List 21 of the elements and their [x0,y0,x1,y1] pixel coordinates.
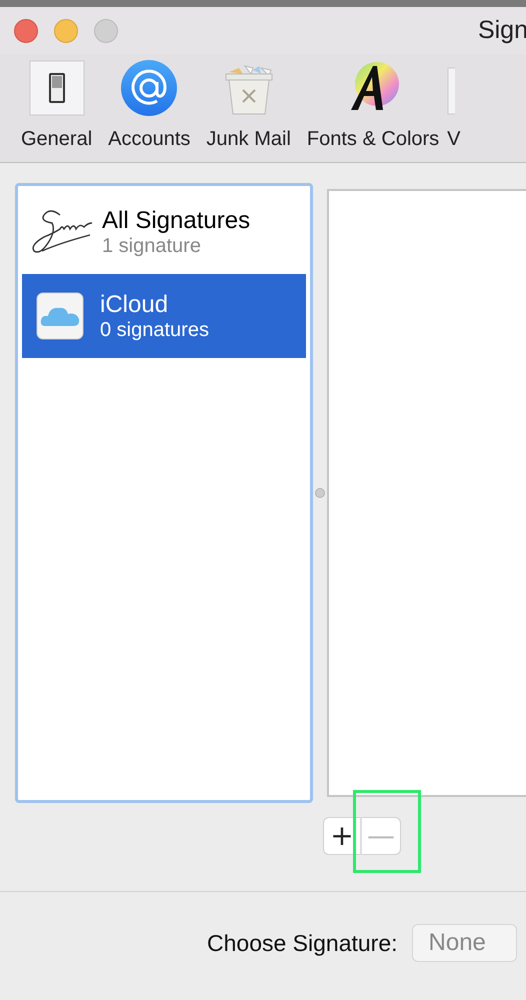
account-name: iCloud [100,290,170,318]
toolbar-tab[interactable]: Junk Mail [198,54,299,162]
signature-count: 1 signature [102,234,202,258]
choose-signature-label: Choose Signature: [207,930,398,956]
zoom-button[interactable] [94,18,118,42]
add-button[interactable]: + [323,817,362,855]
cloud-icon [36,292,84,340]
toolbar-tab[interactable]: V [447,54,468,162]
account-item[interactable]: All Signatures 1 signature [22,190,306,274]
signature-count: 0 signatures [100,318,209,342]
switch-icon [28,60,85,116]
window-title: Sign [478,16,526,45]
toolbar-tab[interactable]: General [13,54,100,162]
account-item[interactable]: iCloud 0 signatures [22,274,306,358]
account-name: All Signatures [102,206,250,234]
minimize-button[interactable] [54,18,78,42]
split-handle[interactable] [315,488,325,498]
toolbar-tab[interactable]: Fonts & Colors [298,54,448,162]
toolbar-tab[interactable]: Accounts [100,54,198,162]
close-button[interactable] [14,18,38,42]
at-sign-icon [121,60,178,116]
